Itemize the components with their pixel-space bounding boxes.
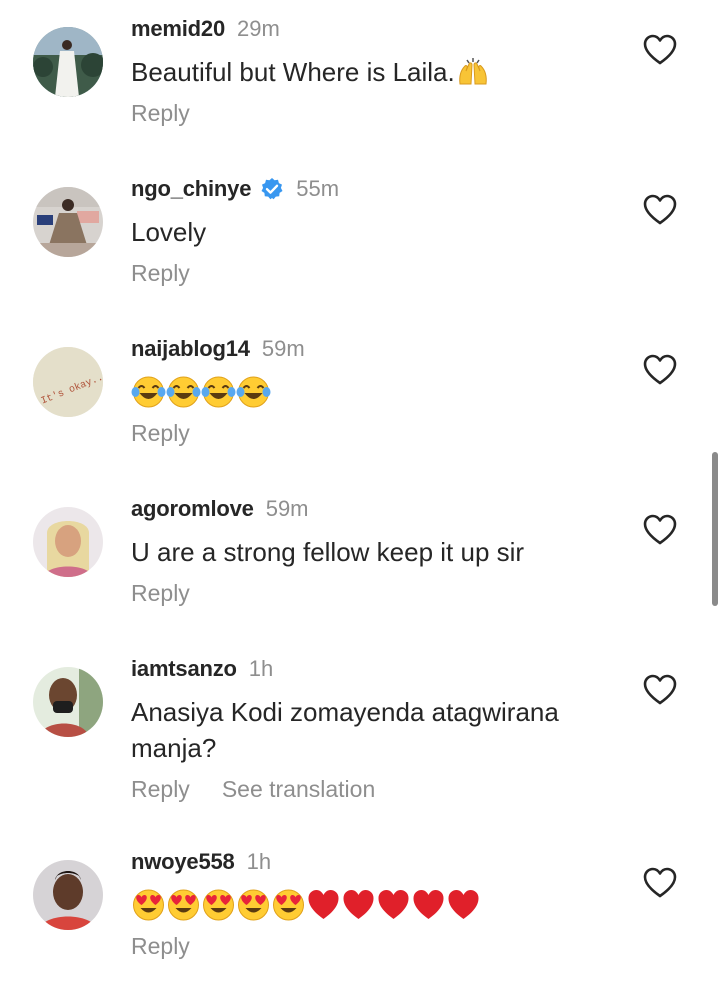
tears-of-joy-emoji-icon [201,376,236,408]
username[interactable]: naijablog14 [131,336,250,362]
red-heart-emoji-icon [308,890,339,919]
avatar[interactable] [33,27,103,97]
red-heart-emoji-icon [343,890,374,919]
reply-button[interactable]: Reply [131,420,190,447]
username[interactable]: agoromlove [131,496,254,522]
comment-text: Beautiful but Where is Laila. [131,54,629,90]
comment-text [131,374,629,410]
heart-eyes-emoji-icon [133,889,164,921]
timestamp: 55m [296,176,340,201]
avatar[interactable] [33,667,103,737]
comment-text-line: manja? [131,733,217,763]
tears-of-joy-emoji-icon [131,376,166,408]
red-heart-emoji-icon [448,890,479,919]
heart-outline-icon[interactable] [643,354,677,386]
heart-eyes-emoji-icon [168,889,199,921]
tears-of-joy-emoji-icon [166,376,201,408]
raising-hands-emoji-icon [458,58,487,85]
reply-button[interactable]: Reply [131,580,190,607]
comment-text-content: Beautiful but Where is Laila. [131,57,455,87]
timestamp: 1h [246,849,272,874]
verified-badge-icon [261,178,283,200]
avatar[interactable]: It's okay.. [33,347,103,417]
timestamp: 1h [248,656,274,681]
timestamp: 29m [236,16,280,41]
avatar[interactable] [33,187,103,257]
comment-text-line: Anasiya Kodi zomayenda atagwirana [131,697,559,727]
username[interactable]: nwoye558 [131,849,235,875]
timestamp: 59m [261,336,305,361]
timestamp: 59m [265,496,309,521]
heart-outline-icon[interactable] [643,514,677,546]
heart-outline-icon[interactable] [643,34,677,66]
tears-of-joy-emoji-icon [236,376,271,408]
reply-button[interactable]: Reply [131,100,190,127]
heart-outline-icon[interactable] [643,194,677,226]
heart-eyes-emoji-icon [273,889,304,921]
red-heart-emoji-icon [378,890,409,919]
avatar[interactable] [33,860,103,930]
reply-button[interactable]: Reply [131,260,190,287]
avatar[interactable] [33,507,103,577]
comment-text: Lovely [131,217,207,247]
reply-button[interactable]: Reply [131,933,190,960]
heart-eyes-emoji-icon [238,889,269,921]
scrollbar[interactable] [712,452,718,606]
see-translation-button[interactable]: See translation [222,776,375,803]
comment-text: U are a strong fellow keep it up sir [131,537,525,567]
comment-text: Anasiya Kodi zomayenda atagwirana manja? [131,694,629,766]
username[interactable]: ngo_chinye [131,176,251,202]
reply-button[interactable]: Reply [131,776,190,803]
red-heart-emoji-icon [413,890,444,919]
username[interactable]: iamtsanzo [131,656,237,682]
heart-outline-icon[interactable] [643,867,677,899]
heart-eyes-emoji-icon [203,889,234,921]
comment-text [131,887,629,923]
heart-outline-icon[interactable] [643,674,677,706]
username[interactable]: memid20 [131,16,225,42]
